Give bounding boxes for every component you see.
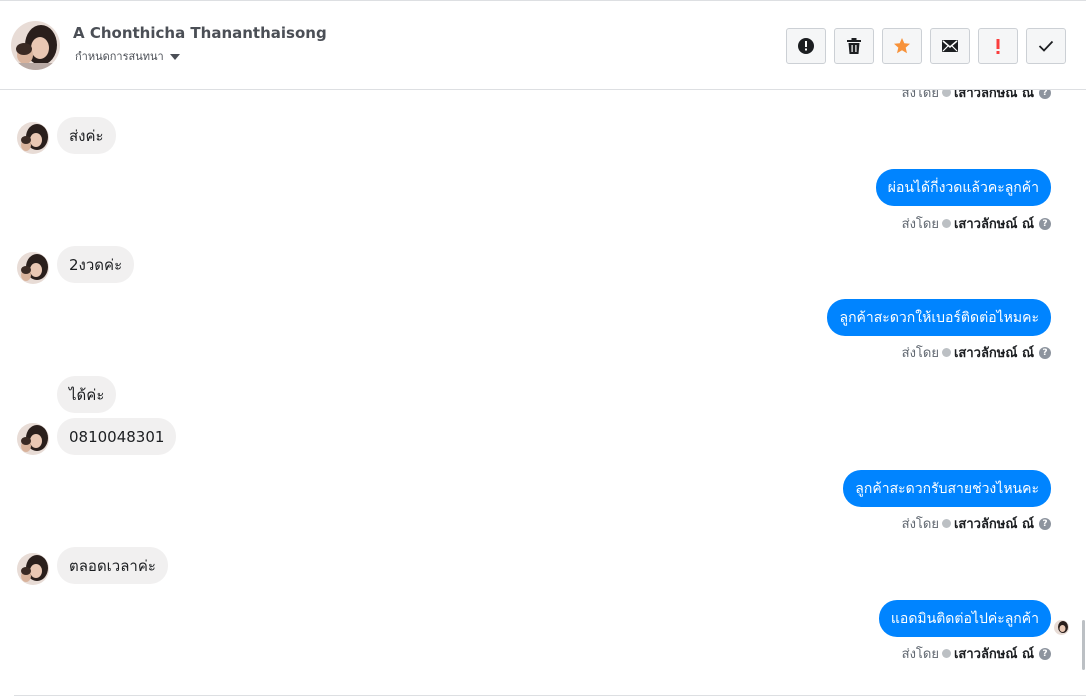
outgoing-message[interactable]: ผ่อนได้กี่งวดแล้วคะลูกค้า	[875, 169, 1051, 206]
star-icon	[894, 38, 910, 54]
contact-avatar-small[interactable]	[17, 553, 49, 585]
sent-by-line: ส่งโดย เสาวลักษณ์ ณ์ ?	[902, 342, 1051, 363]
done-button[interactable]	[1026, 28, 1066, 64]
sent-by-line: ส่งโดย เสาวลักษณ์ ณ์ ?	[902, 90, 1051, 103]
outgoing-message[interactable]: ลูกค้าสะดวกให้เบอร์ติดต่อไหมคะ	[827, 299, 1051, 336]
action-toolbar	[786, 28, 1066, 64]
outgoing-message[interactable]: แอดมินติดต่อไปค่ะลูกค้า	[878, 600, 1051, 637]
help-icon[interactable]: ?	[1039, 346, 1051, 359]
message-thread[interactable]: ส่งโดย เสาวลักษณ์ ณ์ ? ส่งค่ะ ผ่อนได้กี่…	[0, 90, 1086, 697]
help-icon[interactable]: ?	[1039, 217, 1051, 230]
contact-avatar-small[interactable]	[17, 252, 49, 284]
sent-by-line: ส่งโดย เสาวลักษณ์ ณ์ ?	[902, 643, 1051, 664]
envelope-icon	[942, 40, 958, 52]
mail-button[interactable]	[930, 28, 970, 64]
delete-button[interactable]	[834, 28, 874, 64]
thread-scrollbar[interactable]	[1082, 620, 1085, 670]
help-icon[interactable]: ?	[1039, 517, 1051, 530]
spam-button[interactable]	[978, 28, 1018, 64]
verified-dot-icon	[941, 90, 951, 97]
caret-down-icon	[169, 53, 180, 60]
help-icon[interactable]: ?	[1039, 647, 1051, 660]
incoming-message[interactable]: 0810048301	[57, 418, 177, 455]
exclamation-circle-icon	[798, 38, 814, 54]
incoming-message[interactable]: 2งวดค่ะ	[57, 246, 135, 283]
verified-dot-icon	[941, 219, 951, 228]
conversation-panel: A Chonthicha Thananthaisong กำหนดการสนทน…	[0, 0, 1086, 697]
exclamation-icon	[996, 39, 1000, 54]
contact-avatar-small[interactable]	[17, 122, 49, 154]
verified-dot-icon	[941, 649, 951, 658]
conversation-header: A Chonthicha Thananthaisong กำหนดการสนทน…	[0, 0, 1086, 90]
conversation-settings-label: กำหนดการสนทนา	[75, 50, 164, 63]
help-icon[interactable]: ?	[1039, 90, 1051, 99]
sent-by-line: ส่งโดย เสาวลักษณ์ ณ์ ?	[902, 513, 1051, 534]
trash-icon	[847, 38, 861, 54]
seen-avatar	[1054, 620, 1069, 635]
alert-button[interactable]	[786, 28, 826, 64]
outgoing-message[interactable]: ลูกค้าสะดวกรับสายช่วงไหนคะ	[843, 470, 1051, 507]
incoming-message[interactable]: ตลอดเวลาค่ะ	[57, 547, 168, 584]
verified-dot-icon	[941, 519, 951, 528]
incoming-message[interactable]: ส่งค่ะ	[57, 117, 116, 154]
contact-name[interactable]: A Chonthicha Thananthaisong	[73, 24, 327, 42]
conversation-settings-dropdown[interactable]: กำหนดการสนทนา	[75, 47, 180, 65]
incoming-message[interactable]: ได้ค่ะ	[57, 376, 117, 413]
star-button[interactable]	[882, 28, 922, 64]
check-icon	[1038, 40, 1054, 52]
contact-avatar-small[interactable]	[17, 423, 49, 455]
sent-by-line: ส่งโดย เสาวลักษณ์ ณ์ ?	[902, 213, 1051, 234]
contact-avatar[interactable]	[11, 21, 60, 70]
verified-dot-icon	[941, 348, 951, 357]
